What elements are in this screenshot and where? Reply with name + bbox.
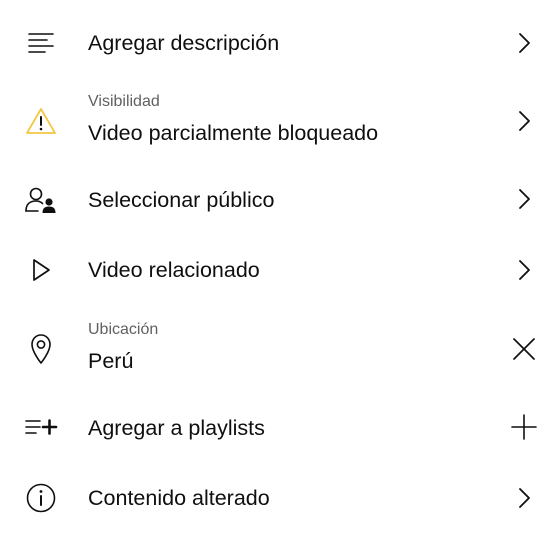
visibility-row[interactable]: Visibilidad Video parcialmente bloqueado — [0, 84, 560, 162]
add-to-playlists-row[interactable]: Agregar a playlists — [0, 394, 560, 460]
plus-icon[interactable] — [504, 407, 544, 447]
video-details-settings-list: Agregar descripción Visibilidad Video pa… — [0, 0, 560, 560]
chevron-right-icon — [504, 478, 544, 518]
info-circle-icon — [22, 479, 60, 517]
add-to-playlists-label: Agregar a playlists — [88, 416, 265, 440]
chevron-right-icon — [504, 23, 544, 63]
location-caption: Ubicación — [88, 321, 159, 338]
location-pin-icon — [22, 330, 60, 368]
add-description-label: Agregar descripción — [88, 31, 280, 55]
related-video-label: Video relacionado — [88, 258, 260, 282]
chevron-right-icon — [504, 179, 544, 219]
related-video-row[interactable]: Video relacionado — [0, 236, 560, 304]
playlist-add-icon — [22, 408, 60, 446]
location-value: Perú — [88, 349, 134, 373]
select-audience-row[interactable]: Seleccionar público — [0, 166, 560, 232]
close-icon[interactable] — [504, 329, 544, 369]
description-lines-icon — [22, 24, 60, 62]
add-description-row[interactable]: Agregar descripción — [0, 8, 560, 78]
visibility-caption: Visibilidad — [88, 93, 160, 110]
select-audience-label: Seleccionar público — [88, 188, 275, 212]
altered-content-label: Contenido alterado — [88, 486, 270, 510]
chevron-right-icon — [504, 250, 544, 290]
warning-triangle-icon — [22, 102, 60, 140]
play-outline-icon — [22, 251, 60, 289]
chevron-right-icon — [504, 101, 544, 141]
location-row[interactable]: Ubicación Perú — [0, 312, 560, 390]
visibility-value: Video parcialmente bloqueado — [88, 121, 379, 145]
altered-content-row[interactable]: Contenido alterado — [0, 464, 560, 532]
audience-person-icon — [22, 181, 60, 219]
